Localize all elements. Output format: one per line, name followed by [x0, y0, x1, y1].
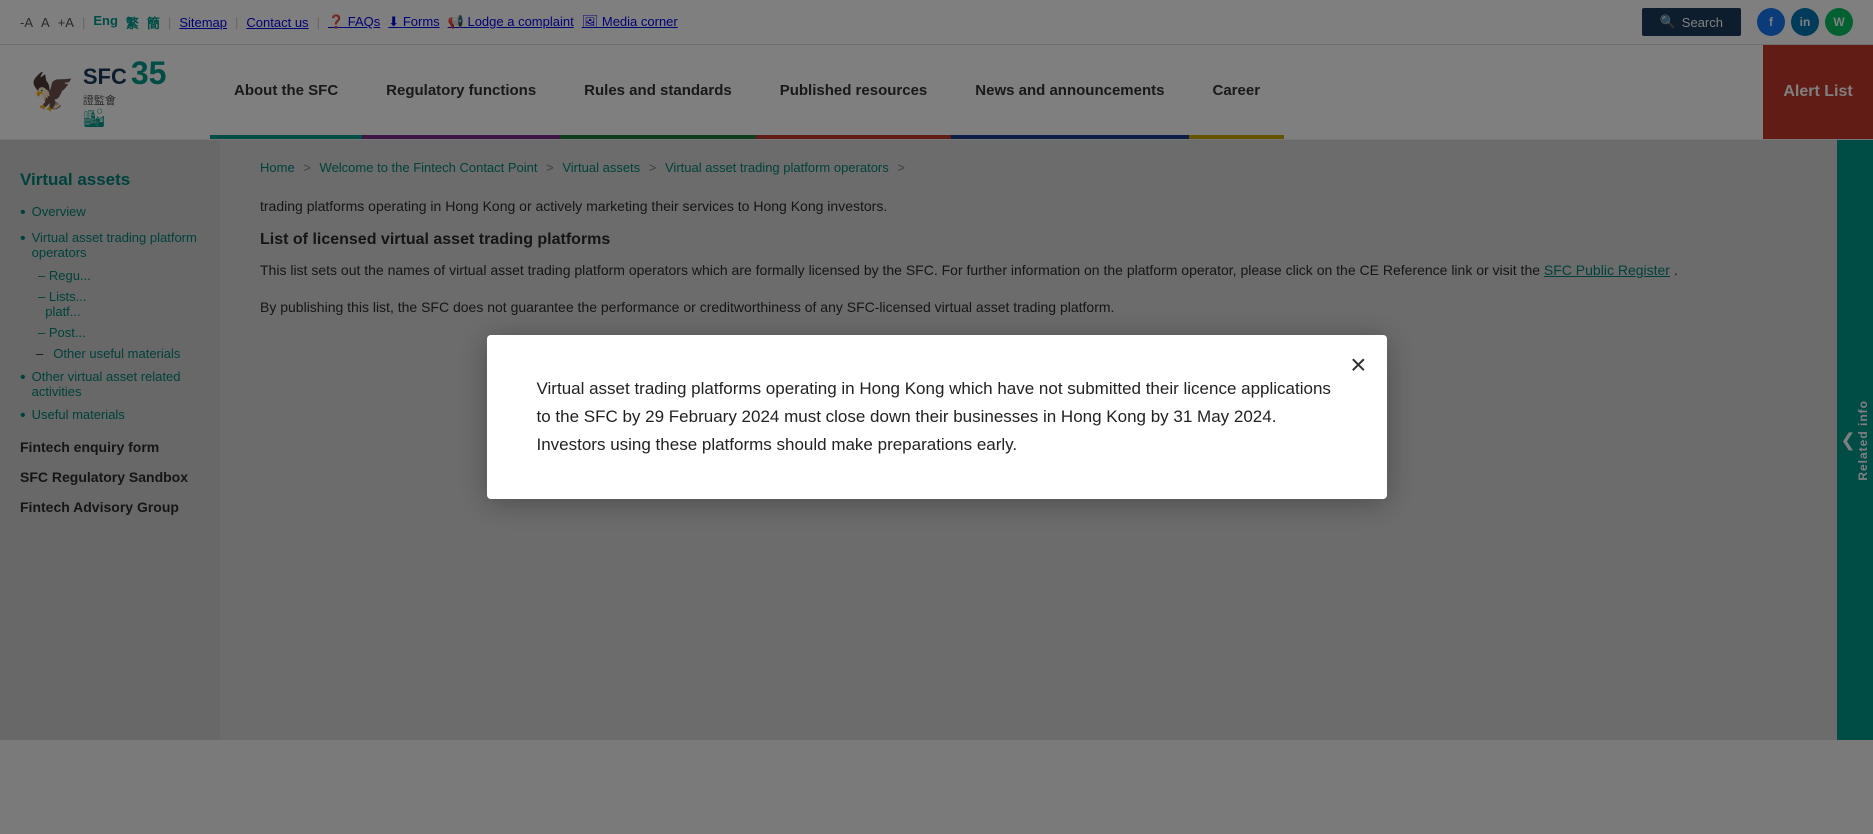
close-icon: × — [1350, 349, 1366, 380]
modal-dialog: × Virtual asset trading platforms operat… — [487, 335, 1387, 499]
modal-close-button[interactable]: × — [1350, 351, 1366, 379]
modal-text: Virtual asset trading platforms operatin… — [537, 375, 1337, 459]
modal-overlay[interactable]: × Virtual asset trading platforms operat… — [0, 0, 1873, 834]
